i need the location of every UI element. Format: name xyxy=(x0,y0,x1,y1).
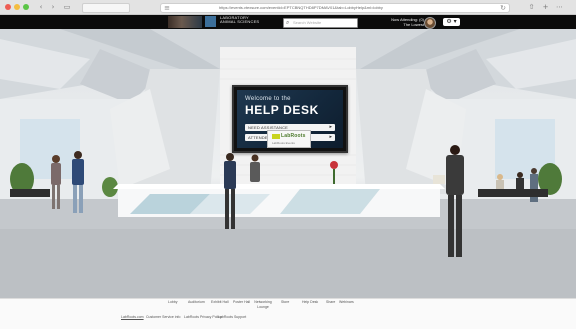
labroots-logo-icon xyxy=(272,134,280,139)
footer-labroots-link[interactable]: LabRoots.com xyxy=(121,315,144,320)
reader-icon[interactable]: ≡ xyxy=(163,4,171,12)
search-placeholder: Search Website xyxy=(293,20,322,25)
footer-privacy-policy[interactable]: LabRoots Privacy Policy xyxy=(184,315,222,320)
help-desk-title: HELP DESK xyxy=(245,103,319,117)
reload-icon[interactable]: ↻ xyxy=(499,4,507,12)
lobby-illustration xyxy=(0,29,576,298)
search-icon: ⌕ xyxy=(286,19,290,26)
chevron-right-icon: ▸ xyxy=(329,124,332,130)
share-icon[interactable]: ⇧ xyxy=(527,3,536,11)
sign-name: LabRoots xyxy=(281,133,306,139)
footer-support[interactable]: LabRoots Support xyxy=(218,315,246,320)
user-name: The Lowest xyxy=(403,22,424,27)
avatar[interactable] xyxy=(424,17,436,29)
logo-line-2: ANIMAL SCIENCES xyxy=(220,19,260,25)
chevron-right-icon: ▸ xyxy=(329,134,332,140)
settings-dropdown-button[interactable]: ⚙ ▾ xyxy=(443,18,460,26)
footer-link-lobby[interactable]: Lobby xyxy=(168,300,178,305)
zoom-window-button[interactable] xyxy=(23,4,29,10)
footer-link-networking-lounge[interactable]: Networking Lounge xyxy=(253,300,273,310)
url-text: https://events.vtexsure.com/eventid=EPTC… xyxy=(219,5,383,10)
sign-subtitle: LabRoots Events xyxy=(272,141,295,145)
browser-toolbar: ‹ › ▭ ≡ https://events.vtexsure.com/even… xyxy=(0,0,576,15)
forward-icon[interactable]: › xyxy=(48,3,58,11)
footer-link-help-desk[interactable]: Help Desk xyxy=(302,300,318,305)
close-window-button[interactable] xyxy=(5,4,11,10)
footer-link-webinars[interactable]: Webinars xyxy=(339,300,354,305)
address-bar[interactable]: ≡ https://events.vtexsure.com/eventid=EP… xyxy=(160,3,510,13)
site-logo-text[interactable]: LABORATORY ANIMAL SCIENCES xyxy=(220,15,262,25)
footer-link-auditorium[interactable]: Auditorium xyxy=(188,300,205,305)
back-icon[interactable]: ‹ xyxy=(36,3,46,11)
footer-link-share[interactable]: Share xyxy=(326,300,335,305)
tabs-overview-icon[interactable]: ⋯ xyxy=(555,3,564,11)
tab-strip[interactable] xyxy=(82,3,130,13)
footer-link-poster-hall[interactable]: Poster Hall xyxy=(233,300,250,305)
new-tab-icon[interactable]: + xyxy=(541,3,550,11)
footer-customer-service[interactable]: Customer Service info xyxy=(146,315,180,320)
welcome-text: Welcome to the xyxy=(245,96,291,102)
minimize-window-button[interactable] xyxy=(14,4,20,10)
search-input[interactable]: ⌕ Search Website xyxy=(283,18,358,28)
user-info: Now Attending: (0) The Lowest xyxy=(384,17,424,27)
help-desk-scene: Welcome to the HELP DESK NEED ASSISTANCE… xyxy=(0,29,576,298)
logo-icon[interactable] xyxy=(205,16,216,27)
desk-logo-sign: LabRoots LabRoots Events xyxy=(267,130,311,148)
sidebar-icon[interactable]: ▭ xyxy=(62,3,72,11)
footer-link-store[interactable]: Store xyxy=(281,300,289,305)
site-header: LABORATORY ANIMAL SCIENCES ⌕ Search Webs… xyxy=(0,15,576,29)
event-banner-thumbnail[interactable] xyxy=(168,16,202,28)
footer-link-exhibit-hall[interactable]: Exhibit Hall xyxy=(211,300,229,305)
site-footer: Lobby Auditorium Exhibit Hall Poster Hal… xyxy=(0,298,576,329)
